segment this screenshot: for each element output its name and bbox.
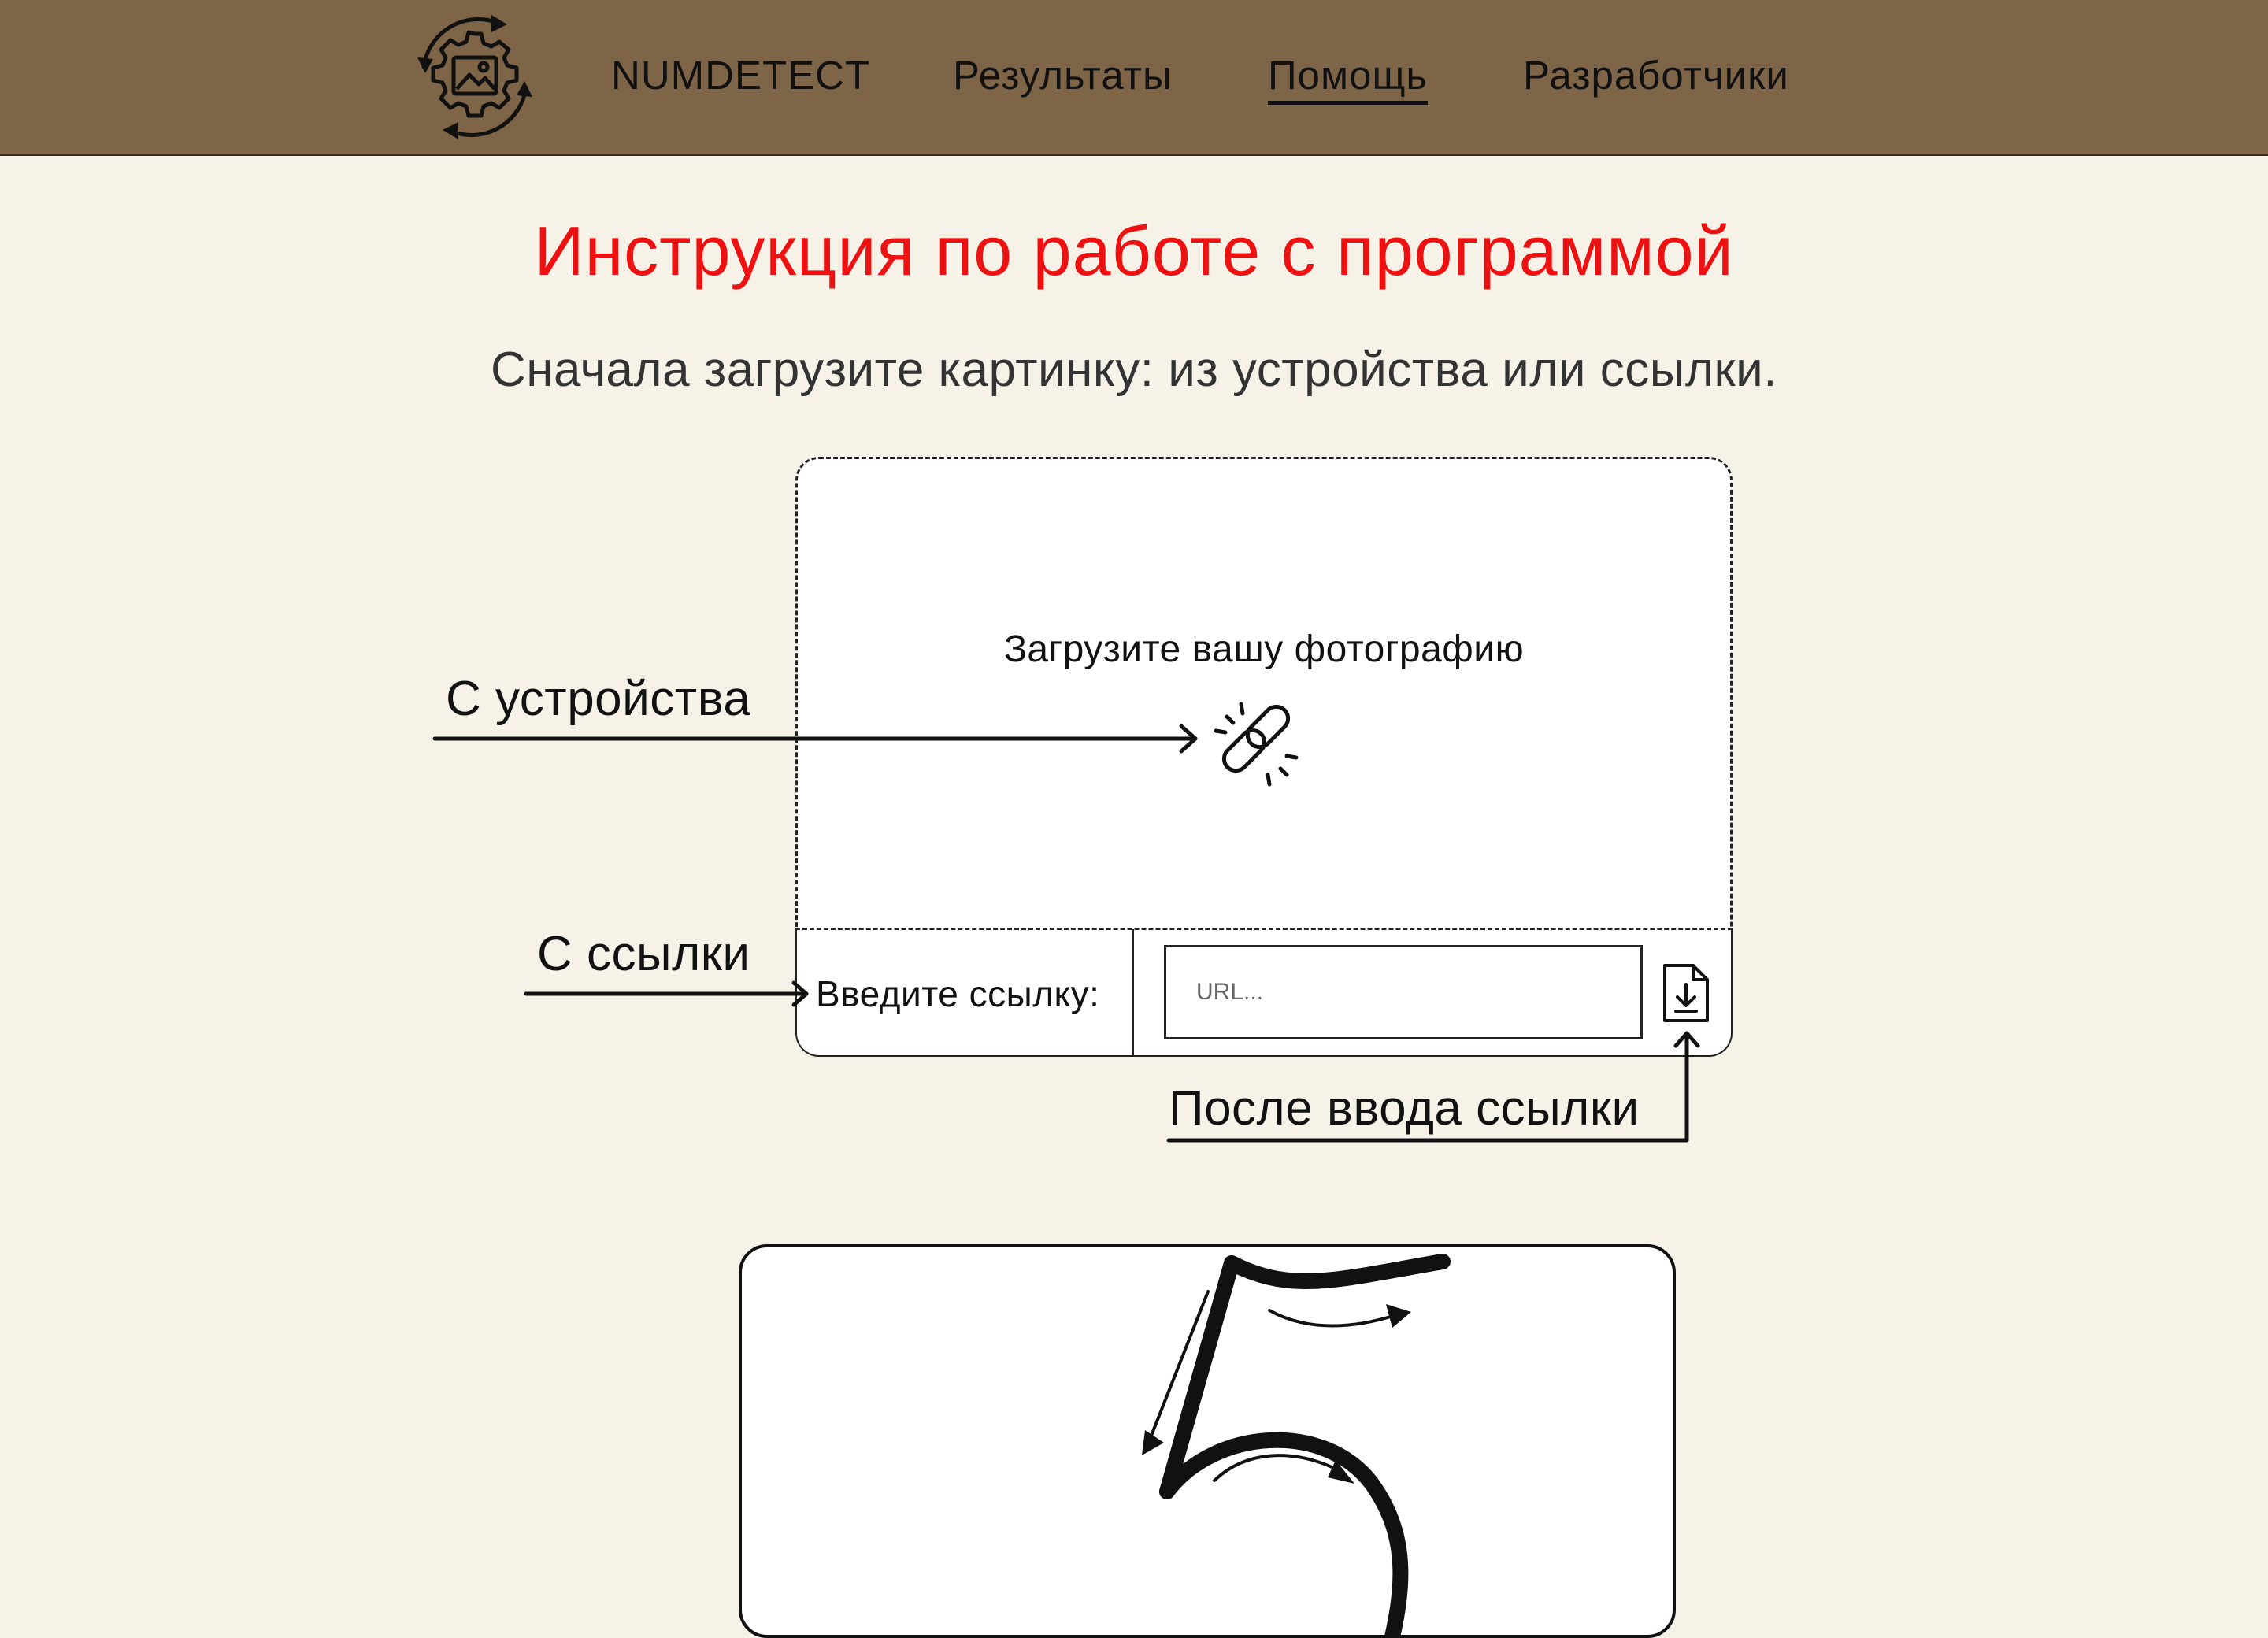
top-nav-bar: NUMDETECT Результаты Помощь Разработчики xyxy=(0,0,2268,156)
nav-brand[interactable]: NUMDETECT xyxy=(611,52,870,99)
upload-prompt: Загрузите вашу фотографию xyxy=(1003,628,1525,670)
nav-item-help[interactable]: Помощь xyxy=(1268,52,1428,105)
example-digit-card xyxy=(739,1244,1676,1638)
dropzone-divider xyxy=(795,928,1732,930)
url-label: Введите ссылку: xyxy=(816,973,1100,1014)
instruction-text: Сначала загрузите картинку: из устройств… xyxy=(490,343,1778,397)
url-separator xyxy=(1132,929,1134,1055)
file-download-icon[interactable] xyxy=(1660,961,1712,1025)
page-title: Инструкция по работе с программой xyxy=(534,212,1734,290)
annotation-after-link: После ввода ссылки xyxy=(1169,1081,1640,1136)
handwritten-digit-five xyxy=(1142,1254,1451,1635)
annotation-from-device: С устройства xyxy=(446,672,751,726)
broken-link-icon[interactable] xyxy=(1205,693,1307,795)
gear-image-refresh-icon[interactable] xyxy=(403,12,547,143)
nav-item-results[interactable]: Результаты xyxy=(953,52,1173,99)
url-input[interactable] xyxy=(1164,945,1643,1040)
nav-item-developers[interactable]: Разработчики xyxy=(1523,52,1789,99)
annotation-from-link: С ссылки xyxy=(537,927,750,981)
